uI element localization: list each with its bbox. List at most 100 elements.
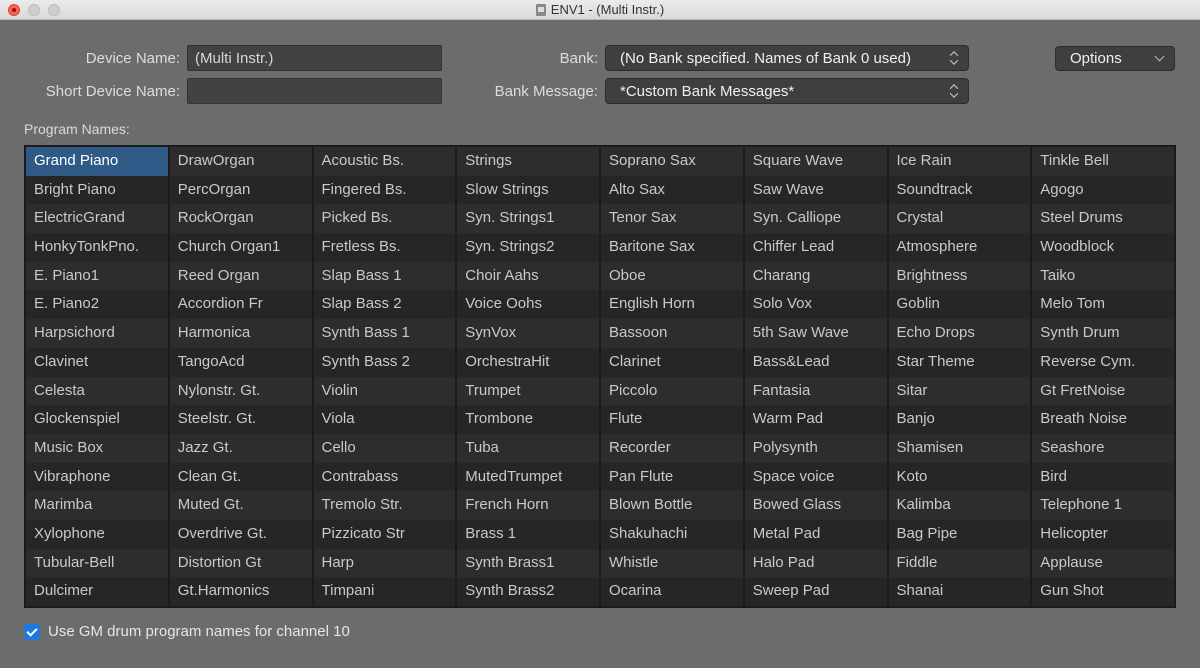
program-name-cell[interactable]: Clavinet (26, 347, 168, 377)
program-name-cell[interactable]: Shanai (888, 577, 1031, 606)
program-name-cell[interactable]: Square Wave (744, 147, 887, 176)
short-device-name-field[interactable] (187, 78, 442, 104)
program-name-cell[interactable]: Muted Gt. (169, 491, 312, 520)
program-name-cell[interactable]: Celesta (26, 376, 168, 406)
program-name-cell[interactable]: Steelstr. Gt. (169, 405, 312, 434)
program-name-cell[interactable]: Bowed Glass (744, 491, 887, 520)
program-name-cell[interactable]: Taiko (1032, 261, 1174, 291)
program-name-cell[interactable]: Synth Brass2 (457, 577, 599, 606)
program-name-cell[interactable]: Soundtrack (888, 175, 1031, 205)
device-name-field[interactable]: (Multi Instr.) (187, 45, 442, 71)
program-name-cell[interactable]: Pizzicato Str (313, 519, 456, 549)
program-name-cell[interactable]: Reed Organ (169, 261, 312, 291)
program-name-cell[interactable]: Tenor Sax (601, 204, 743, 234)
program-name-cell[interactable]: Bass&Lead (744, 347, 887, 377)
program-name-cell[interactable]: Koto (888, 462, 1031, 492)
program-name-cell[interactable]: Synth Brass1 (457, 548, 599, 578)
program-name-cell[interactable]: Solo Vox (744, 290, 887, 320)
program-name-cell[interactable]: Gt.Harmonics (169, 577, 312, 606)
program-name-cell[interactable]: Vibraphone (26, 462, 168, 492)
program-name-cell[interactable]: Tubular-Bell (26, 548, 168, 578)
program-name-cell[interactable]: Picked Bs. (313, 204, 456, 234)
program-name-cell[interactable]: Metal Pad (744, 519, 887, 549)
program-name-cell[interactable]: Blown Bottle (601, 491, 743, 520)
program-name-cell[interactable]: PercOrgan (169, 175, 312, 205)
program-name-cell[interactable]: E. Piano1 (26, 261, 168, 291)
program-name-cell[interactable]: DrawOrgan (169, 147, 312, 176)
program-name-cell[interactable]: ElectricGrand (26, 204, 168, 234)
program-name-cell[interactable]: Saw Wave (744, 175, 887, 205)
program-name-cell[interactable]: Slap Bass 2 (313, 290, 456, 320)
program-name-cell[interactable]: English Horn (601, 290, 743, 320)
program-name-cell[interactable]: Syn. Strings2 (457, 233, 599, 262)
program-name-cell[interactable]: Fingered Bs. (313, 175, 456, 205)
program-name-cell[interactable]: Shakuhachi (601, 519, 743, 549)
program-name-cell[interactable]: Clarinet (601, 347, 743, 377)
program-name-cell[interactable]: Distortion Gt (169, 548, 312, 578)
program-name-cell[interactable]: Crystal (888, 204, 1031, 234)
program-name-cell[interactable]: SynVox (457, 319, 599, 348)
program-name-cell[interactable]: Violin (313, 376, 456, 406)
bank-message-popup[interactable]: *Custom Bank Messages* (605, 78, 969, 104)
program-name-cell[interactable]: Reverse Cym. (1032, 347, 1174, 377)
program-name-cell[interactable]: Polysynth (744, 433, 887, 463)
program-name-cell[interactable]: Recorder (601, 433, 743, 463)
gm-drum-names-checkbox[interactable] (24, 624, 40, 640)
program-name-cell[interactable]: Bright Piano (26, 175, 168, 205)
program-name-cell[interactable]: TangoAcd (169, 347, 312, 377)
program-name-cell[interactable]: Ice Rain (888, 147, 1031, 176)
program-name-cell[interactable]: Seashore (1032, 433, 1174, 463)
program-name-cell[interactable]: Timpani (313, 577, 456, 606)
program-name-cell[interactable]: Echo Drops (888, 319, 1031, 348)
program-name-cell[interactable]: Voice Oohs (457, 290, 599, 320)
program-name-cell[interactable]: Harpsichord (26, 319, 168, 348)
program-name-cell[interactable]: MutedTrumpet (457, 462, 599, 492)
program-name-cell[interactable]: Marimba (26, 491, 168, 520)
program-name-cell[interactable]: Goblin (888, 290, 1031, 320)
program-name-cell[interactable]: Halo Pad (744, 548, 887, 578)
program-name-cell[interactable]: Strings (457, 147, 599, 176)
program-name-cell[interactable]: Woodblock (1032, 233, 1174, 262)
program-name-cell[interactable]: HonkyTonkPno. (26, 233, 168, 262)
program-name-cell[interactable]: Bag Pipe (888, 519, 1031, 549)
program-name-cell[interactable]: Contrabass (313, 462, 456, 492)
program-name-cell[interactable]: Music Box (26, 433, 168, 463)
program-name-cell[interactable]: Overdrive Gt. (169, 519, 312, 549)
program-name-cell[interactable]: Pan Flute (601, 462, 743, 492)
program-name-cell[interactable]: Warm Pad (744, 405, 887, 434)
program-name-cell[interactable]: Church Organ1 (169, 233, 312, 262)
program-name-cell[interactable]: Accordion Fr (169, 290, 312, 320)
program-name-cell[interactable]: Alto Sax (601, 175, 743, 205)
program-name-cell[interactable]: Applause (1032, 548, 1174, 578)
program-name-cell[interactable]: Cello (313, 433, 456, 463)
program-name-cell[interactable]: Fantasia (744, 376, 887, 406)
program-name-cell[interactable]: Harmonica (169, 319, 312, 348)
program-name-cell[interactable]: Chiffer Lead (744, 233, 887, 262)
program-name-cell[interactable]: Dulcimer (26, 577, 168, 606)
program-name-cell[interactable]: Synth Bass 2 (313, 347, 456, 377)
program-name-cell[interactable]: Tuba (457, 433, 599, 463)
program-name-cell[interactable]: Slow Strings (457, 175, 599, 205)
program-name-cell[interactable]: Star Theme (888, 347, 1031, 377)
program-name-cell[interactable]: Jazz Gt. (169, 433, 312, 463)
program-name-cell[interactable]: Fretless Bs. (313, 233, 456, 262)
program-name-cell[interactable]: Melo Tom (1032, 290, 1174, 320)
program-name-cell[interactable]: Trombone (457, 405, 599, 434)
program-name-cell[interactable]: Charang (744, 261, 887, 291)
program-name-cell[interactable]: 5th Saw Wave (744, 319, 887, 348)
program-name-cell[interactable]: Sitar (888, 376, 1031, 406)
program-name-cell[interactable]: Baritone Sax (601, 233, 743, 262)
program-name-cell[interactable]: RockOrgan (169, 204, 312, 234)
program-name-cell[interactable]: French Horn (457, 491, 599, 520)
program-name-cell[interactable]: Gt FretNoise (1032, 376, 1174, 406)
program-name-cell[interactable]: Synth Drum (1032, 319, 1174, 348)
program-name-cell[interactable]: Harp (313, 548, 456, 578)
program-name-cell[interactable]: Synth Bass 1 (313, 319, 456, 348)
program-name-cell[interactable]: Syn. Strings1 (457, 204, 599, 234)
program-name-cell[interactable]: Acoustic Bs. (313, 147, 456, 176)
program-name-cell[interactable]: Telephone 1 (1032, 491, 1174, 520)
program-name-cell[interactable]: Banjo (888, 405, 1031, 434)
program-name-cell[interactable]: Xylophone (26, 519, 168, 549)
program-name-cell[interactable]: Trumpet (457, 376, 599, 406)
program-name-cell[interactable]: Whistle (601, 548, 743, 578)
